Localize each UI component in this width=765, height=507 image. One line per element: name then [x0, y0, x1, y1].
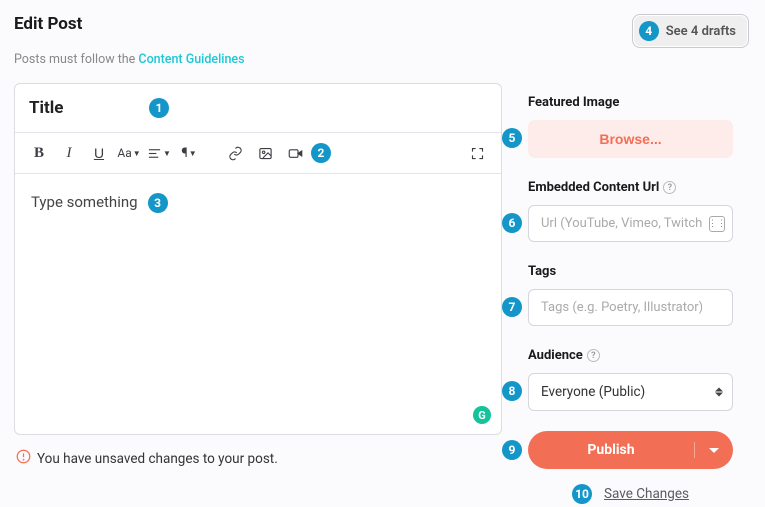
- italic-button[interactable]: I: [55, 139, 83, 167]
- guidelines-prefix: Posts must follow the: [14, 52, 138, 67]
- content-guidelines-link[interactable]: Content Guidelines: [138, 52, 244, 67]
- see-drafts-button[interactable]: 4 See 4 drafts: [632, 14, 749, 48]
- paragraph-button[interactable]: ¶▼: [175, 139, 203, 167]
- align-button[interactable]: ▼: [145, 139, 173, 167]
- bold-button[interactable]: B: [25, 139, 53, 167]
- unsaved-text: You have unsaved changes to your post.: [37, 451, 278, 467]
- tags-input[interactable]: [528, 289, 733, 326]
- tags-label: Tags: [528, 264, 733, 279]
- badge-6: 6: [502, 213, 522, 233]
- badge-5: 5: [502, 128, 522, 148]
- badge-3: 3: [148, 193, 168, 213]
- badge-8: 8: [502, 381, 522, 401]
- link-button[interactable]: [221, 139, 249, 167]
- editor-content[interactable]: Type something 3 G: [15, 174, 501, 434]
- badge-9: 9: [502, 440, 522, 460]
- editor-toolbar: B I U Aa▼ ▼ ¶▼ 2: [15, 133, 501, 174]
- warning-icon: [16, 449, 31, 468]
- text-size-label: Aa: [117, 146, 131, 160]
- badge-4: 4: [639, 21, 659, 41]
- unsaved-warning: You have unsaved changes to your post.: [14, 435, 502, 482]
- guidelines-note: Posts must follow the Content Guidelines: [0, 52, 765, 83]
- video-button[interactable]: [281, 139, 309, 167]
- badge-7: 7: [502, 297, 522, 317]
- audience-label-text: Audience: [528, 348, 583, 363]
- badge-1: 1: [149, 98, 169, 118]
- content-placeholder: Type something: [31, 193, 138, 211]
- see-drafts-label: See 4 drafts: [666, 24, 736, 39]
- fullscreen-button[interactable]: [463, 139, 491, 167]
- audience-label: Audience ?: [528, 348, 733, 363]
- badge-10: 10: [572, 484, 592, 504]
- save-changes-link[interactable]: Save Changes: [604, 486, 689, 502]
- text-size-button[interactable]: Aa▼: [115, 139, 143, 167]
- help-icon-2[interactable]: ?: [587, 349, 600, 362]
- audience-select[interactable]: Everyone (Public): [528, 373, 733, 411]
- badge-2: 2: [311, 143, 331, 163]
- featured-image-label: Featured Image: [528, 95, 733, 110]
- underline-button[interactable]: U: [85, 139, 113, 167]
- editor-card: 1 B I U Aa▼ ▼ ¶▼ 2 Type something 3 G: [14, 83, 502, 435]
- image-button[interactable]: [251, 139, 279, 167]
- publish-button[interactable]: Publish: [528, 431, 733, 469]
- post-title-input[interactable]: [29, 98, 149, 118]
- publish-label: Publish: [528, 442, 695, 458]
- embed-icon: ⋮⋮: [709, 216, 725, 232]
- help-icon[interactable]: ?: [663, 181, 676, 194]
- embed-url-input[interactable]: [528, 205, 733, 242]
- embed-label-text: Embedded Content Url: [528, 180, 659, 195]
- grammarly-icon[interactable]: G: [473, 406, 491, 424]
- embed-label: Embedded Content Url ?: [528, 180, 733, 195]
- publish-dropdown[interactable]: [695, 448, 733, 453]
- browse-button[interactable]: Browse...: [528, 120, 733, 158]
- page-title: Edit Post: [14, 14, 82, 34]
